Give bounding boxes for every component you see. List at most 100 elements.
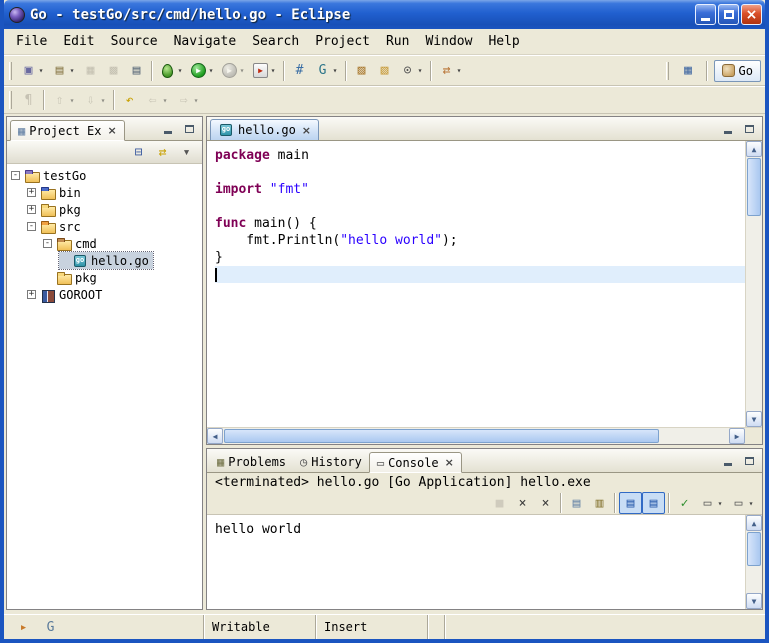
- link-with-editor-icon[interactable]: ⇄: [151, 141, 174, 163]
- maximize-view-button[interactable]: [740, 121, 758, 137]
- editor-horizontal-scrollbar[interactable]: ◀ ▶: [207, 428, 745, 444]
- new-fast-view-icon[interactable]: ▸: [12, 616, 35, 638]
- tree-item-cmd[interactable]: -cmd: [43, 235, 101, 252]
- print-icon[interactable]: ▤: [125, 60, 148, 82]
- dropdown-arrow-icon[interactable]: ▾: [269, 66, 277, 75]
- close-tab-icon[interactable]: ×: [300, 124, 311, 137]
- tab-history[interactable]: ◷History: [293, 451, 369, 472]
- last-edit-location-icon[interactable]: ↶: [118, 89, 141, 111]
- open-archive-icon[interactable]: ▨: [350, 60, 373, 82]
- tree-item-pkg[interactable]: pkg: [43, 269, 101, 286]
- menu-item-navigate[interactable]: Navigate: [166, 31, 245, 52]
- run-icon[interactable]: ▶▾: [187, 60, 218, 82]
- new-wizard-icon[interactable]: ▣▾: [17, 60, 48, 82]
- new-go-element-icon[interactable]: ▤▾: [48, 60, 79, 82]
- scroll-down-icon[interactable]: ▼: [746, 593, 762, 609]
- go-perspective-button[interactable]: Go: [714, 60, 761, 82]
- dropdown-arrow-icon[interactable]: ▾: [99, 96, 107, 105]
- go-status-icon[interactable]: G: [39, 616, 62, 638]
- plus-expander-icon[interactable]: +: [27, 290, 36, 299]
- scrollbar-thumb[interactable]: [747, 532, 761, 566]
- console-output[interactable]: hello world: [207, 515, 745, 609]
- dropdown-arrow-icon[interactable]: ▾: [207, 66, 215, 75]
- scroll-right-icon[interactable]: ▶: [729, 428, 745, 444]
- menu-item-run[interactable]: Run: [378, 31, 417, 52]
- tab-project-explorer[interactable]: ▦ Project Ex ×: [10, 120, 125, 141]
- tree-item-goroot[interactable]: +GOROOT: [27, 286, 106, 303]
- minimize-view-button[interactable]: [159, 121, 177, 137]
- titlebar[interactable]: Go - testGo/src/cmd/hello.go - Eclipse ×: [4, 0, 765, 29]
- go-build-icon[interactable]: #: [288, 60, 311, 82]
- scrollbar-thumb[interactable]: [747, 158, 761, 216]
- minus-expander-icon[interactable]: -: [27, 222, 36, 231]
- code-area[interactable]: package mainimport "fmt"func main() { fm…: [207, 141, 745, 427]
- close-view-icon[interactable]: ×: [105, 124, 116, 137]
- minimize-view-button[interactable]: [719, 121, 737, 137]
- plus-expander-icon[interactable]: +: [27, 188, 36, 197]
- dropdown-arrow-icon[interactable]: ▾: [192, 96, 200, 105]
- menu-item-window[interactable]: Window: [417, 31, 480, 52]
- menu-item-project[interactable]: Project: [307, 31, 378, 52]
- show-stdout-icon[interactable]: ▤: [619, 492, 642, 514]
- dropdown-arrow-icon[interactable]: ▾: [455, 66, 463, 75]
- dropdown-arrow-icon[interactable]: ▾: [331, 66, 339, 75]
- dropdown-arrow-icon[interactable]: ▾: [416, 66, 424, 75]
- dropdown-arrow-icon[interactable]: ▾: [37, 66, 45, 75]
- remove-launch-icon[interactable]: ×: [511, 492, 534, 514]
- display-console-icon[interactable]: ▭▾: [696, 492, 727, 514]
- minimize-button[interactable]: [695, 4, 716, 25]
- tree-item-src[interactable]: -src: [27, 218, 85, 235]
- dropdown-arrow-icon[interactable]: ▾: [68, 66, 76, 75]
- remove-all-launches-icon[interactable]: ×: [534, 492, 557, 514]
- console-vertical-scrollbar[interactable]: ▲ ▼: [745, 515, 762, 609]
- tab-problems[interactable]: ▦Problems: [210, 451, 293, 472]
- scroll-up-icon[interactable]: ▲: [746, 515, 762, 531]
- scroll-lock-icon[interactable]: ▥: [588, 492, 611, 514]
- minus-expander-icon[interactable]: -: [11, 171, 20, 180]
- clear-console-icon[interactable]: ▤: [565, 492, 588, 514]
- tab-console[interactable]: ▭Console×: [369, 452, 462, 473]
- dropdown-arrow-icon[interactable]: ▾: [747, 499, 755, 508]
- plus-expander-icon[interactable]: +: [27, 205, 36, 214]
- maximize-view-button[interactable]: [180, 121, 198, 137]
- open-perspective-button[interactable]: ▦: [677, 60, 700, 82]
- dropdown-arrow-icon[interactable]: ▾: [238, 66, 246, 75]
- menu-item-source[interactable]: Source: [103, 31, 166, 52]
- menu-item-search[interactable]: Search: [244, 31, 307, 52]
- toolbar-grip[interactable]: [9, 91, 12, 109]
- view-menu-icon[interactable]: ▾: [175, 141, 198, 163]
- maximize-button[interactable]: [718, 4, 739, 25]
- toolbar-grip[interactable]: [9, 62, 12, 80]
- dropdown-arrow-icon[interactable]: ▾: [176, 66, 184, 75]
- close-tab-icon[interactable]: ×: [443, 456, 454, 469]
- pin-console-icon[interactable]: ✓: [673, 492, 696, 514]
- maximize-view-button[interactable]: [740, 453, 758, 469]
- scroll-left-icon[interactable]: ◀: [207, 428, 223, 444]
- external-tools-icon[interactable]: ▶▾: [249, 60, 280, 82]
- tree-item-hello-go[interactable]: hello.go: [59, 252, 153, 269]
- dropdown-arrow-icon[interactable]: ▾: [161, 96, 169, 105]
- open-console-icon[interactable]: ▭▾: [727, 492, 758, 514]
- editor-vertical-scrollbar[interactable]: ▲ ▼: [745, 141, 762, 427]
- scrollbar-thumb[interactable]: [224, 429, 659, 443]
- open-folder-icon[interactable]: ▧: [373, 60, 396, 82]
- tree-item-testgo[interactable]: -testGo: [11, 167, 90, 184]
- debug-icon[interactable]: ▾: [156, 60, 187, 82]
- go-tool-icon[interactable]: G▾: [311, 60, 342, 82]
- show-stderr-icon[interactable]: ▤: [642, 492, 665, 514]
- menu-item-edit[interactable]: Edit: [55, 31, 102, 52]
- minimize-view-button[interactable]: [719, 453, 737, 469]
- editor-tab-hello-go[interactable]: hello.go ×: [210, 119, 319, 140]
- scroll-up-icon[interactable]: ▲: [746, 141, 762, 157]
- menu-item-help[interactable]: Help: [480, 31, 527, 52]
- collapse-all-icon[interactable]: ⊟: [127, 141, 150, 163]
- close-button[interactable]: ×: [741, 4, 762, 25]
- dropdown-arrow-icon[interactable]: ▾: [68, 96, 76, 105]
- toolbar-grip[interactable]: [666, 62, 669, 80]
- tree-item-bin[interactable]: +bin: [27, 184, 85, 201]
- menu-item-file[interactable]: File: [8, 31, 55, 52]
- team-sync-icon[interactable]: ⇄▾: [435, 60, 466, 82]
- minus-expander-icon[interactable]: -: [43, 239, 52, 248]
- dropdown-arrow-icon[interactable]: ▾: [716, 499, 724, 508]
- tree-item-pkg[interactable]: +pkg: [27, 201, 85, 218]
